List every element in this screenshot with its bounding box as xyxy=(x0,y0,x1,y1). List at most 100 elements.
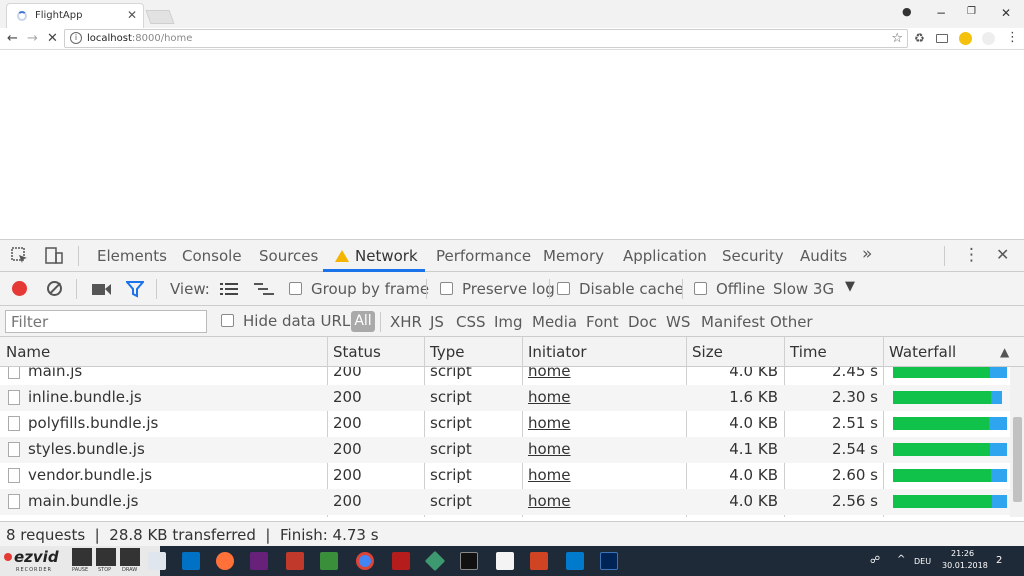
tab-console[interactable]: Console xyxy=(182,247,242,265)
waterfall-download-bar[interactable] xyxy=(990,367,1007,378)
extension-icon[interactable] xyxy=(959,32,972,45)
forward-icon[interactable]: → xyxy=(27,31,38,46)
tab-elements[interactable]: Elements xyxy=(97,247,167,265)
scrollbar-thumb[interactable] xyxy=(1013,417,1022,502)
tab-security[interactable]: Security xyxy=(722,247,784,265)
clear-icon[interactable] xyxy=(47,281,62,296)
window-close-button[interactable]: ✕ xyxy=(1001,6,1011,20)
firefox-icon[interactable] xyxy=(216,552,234,570)
table-row[interactable]: styles.bundle.js 200 script home 4.1 KB 2.54 … xyxy=(0,437,1010,463)
people-icon[interactable]: ☍ xyxy=(870,555,880,566)
offline-checkbox[interactable] xyxy=(694,282,707,295)
request-name[interactable]: main.bundle.js xyxy=(28,492,138,510)
cast-icon[interactable] xyxy=(936,34,948,43)
column-name[interactable]: Name xyxy=(6,343,50,361)
request-initiator-link[interactable]: home xyxy=(528,388,571,406)
large-rows-icon[interactable] xyxy=(220,282,238,296)
request-initiator-link[interactable]: home xyxy=(528,367,571,380)
profile-icon[interactable]: ● xyxy=(902,5,912,18)
browser-menu-icon[interactable]: ⋮ xyxy=(1006,30,1019,45)
waterfall-waiting-bar[interactable] xyxy=(893,443,990,456)
column-type[interactable]: Type xyxy=(430,343,464,361)
request-initiator-link[interactable]: home xyxy=(528,414,571,432)
minimize-button[interactable]: − xyxy=(936,6,946,20)
overview-waterfall-icon[interactable] xyxy=(254,282,274,296)
column-waterfall[interactable]: Waterfall xyxy=(889,343,956,361)
request-initiator-link[interactable]: home xyxy=(528,492,571,510)
filter-type-js[interactable]: JS xyxy=(430,313,444,331)
terminal-icon[interactable] xyxy=(460,552,478,570)
filter-type-xhr[interactable]: XHR xyxy=(390,313,422,331)
waterfall-download-bar[interactable] xyxy=(989,417,1007,430)
filter-type-ws[interactable]: WS xyxy=(666,313,690,331)
tab-sources[interactable]: Sources xyxy=(259,247,318,265)
chrome-icon[interactable] xyxy=(356,552,374,570)
filter-type-manifest[interactable]: Manifest xyxy=(701,313,765,331)
filter-type-img[interactable]: Img xyxy=(494,313,523,331)
inspect-element-icon[interactable] xyxy=(11,247,29,265)
stop-loading-icon[interactable]: ✕ xyxy=(47,31,58,46)
clock-time[interactable]: 21:26 xyxy=(951,549,974,558)
hide-data-urls-checkbox[interactable] xyxy=(221,314,234,327)
group-by-frame-checkbox[interactable] xyxy=(289,282,302,295)
preserve-log-checkbox[interactable] xyxy=(440,282,453,295)
file-explorer-icon[interactable] xyxy=(148,552,166,570)
column-status[interactable]: Status xyxy=(333,343,381,361)
column-initiator[interactable]: Initiator xyxy=(528,343,587,361)
waterfall-waiting-bar[interactable] xyxy=(893,391,991,404)
filezilla-icon[interactable] xyxy=(392,552,410,570)
outlook-icon[interactable] xyxy=(182,552,200,570)
table-row[interactable]: main.bundle.js 200 script home 4.0 KB 2.56 s xyxy=(0,489,1010,515)
screenshot-camera-icon[interactable] xyxy=(92,283,112,296)
clock-date[interactable]: 30.01.2018 xyxy=(942,561,988,570)
waterfall-waiting-bar[interactable] xyxy=(893,367,990,378)
waterfall-download-bar[interactable] xyxy=(990,443,1007,456)
vertical-scrollbar[interactable] xyxy=(1010,367,1024,517)
filter-type-font[interactable]: Font xyxy=(586,313,619,331)
request-name[interactable]: polyfills.bundle.js xyxy=(28,414,158,432)
waterfall-download-bar[interactable] xyxy=(992,495,1007,508)
tray-chevron-icon[interactable]: ^ xyxy=(897,554,905,565)
sort-ascending-icon[interactable]: ▲ xyxy=(1000,345,1009,359)
git-icon[interactable] xyxy=(424,550,446,572)
request-name[interactable]: main.js xyxy=(28,367,82,380)
devtools-close-icon[interactable]: ✕ xyxy=(996,245,1009,264)
filter-type-all[interactable]: All xyxy=(351,311,375,332)
filter-funnel-icon[interactable] xyxy=(126,281,144,298)
bookmark-star-icon[interactable]: ☆ xyxy=(891,31,903,46)
extension-recycle-icon[interactable]: ♻ xyxy=(914,31,927,45)
tab-close-icon[interactable]: ✕ xyxy=(127,8,137,22)
powerpoint-icon[interactable] xyxy=(530,552,548,570)
column-time[interactable]: Time xyxy=(790,343,827,361)
extension-gray-icon[interactable] xyxy=(982,32,995,45)
record-button[interactable] xyxy=(12,281,27,296)
new-tab-button[interactable] xyxy=(145,10,175,24)
table-row[interactable]: polyfills.bundle.js 200 script home 4.0 KB 2.… xyxy=(0,411,1010,437)
table-row[interactable]: inline.bundle.js 200 script home 1.6 KB 2.30 … xyxy=(0,385,1010,411)
filter-type-other[interactable]: Other xyxy=(770,313,813,331)
back-icon[interactable]: ← xyxy=(7,31,18,46)
throttling-select[interactable]: Slow 3G xyxy=(773,280,834,298)
app-white-icon[interactable] xyxy=(496,552,514,570)
column-size[interactable]: Size xyxy=(692,343,723,361)
notifications-icon[interactable]: 2 xyxy=(996,555,1002,566)
maximize-button[interactable]: ❐ xyxy=(967,6,976,17)
powershell-icon[interactable] xyxy=(600,552,618,570)
waterfall-download-bar[interactable] xyxy=(991,391,1002,404)
waterfall-waiting-bar[interactable] xyxy=(893,495,992,508)
request-name[interactable]: inline.bundle.js xyxy=(28,388,142,406)
tab-audits[interactable]: Audits xyxy=(800,247,847,265)
waterfall-download-bar[interactable] xyxy=(991,469,1007,482)
info-icon[interactable]: i xyxy=(70,32,82,44)
table-row[interactable]: vendor.bundle.js 200 script home 4.0 KB 2.60 … xyxy=(0,463,1010,489)
request-name[interactable]: styles.bundle.js xyxy=(28,440,145,458)
tab-application[interactable]: Application xyxy=(623,247,707,265)
address-bar[interactable]: i localhost:8000/home ☆ xyxy=(64,29,908,48)
pause-button[interactable] xyxy=(72,548,92,566)
request-initiator-link[interactable]: home xyxy=(528,440,571,458)
draw-button[interactable] xyxy=(120,548,140,566)
waterfall-waiting-bar[interactable] xyxy=(893,469,991,482)
waterfall-waiting-bar[interactable] xyxy=(893,417,989,430)
filter-type-css[interactable]: CSS xyxy=(456,313,486,331)
vscode-icon[interactable] xyxy=(566,552,584,570)
